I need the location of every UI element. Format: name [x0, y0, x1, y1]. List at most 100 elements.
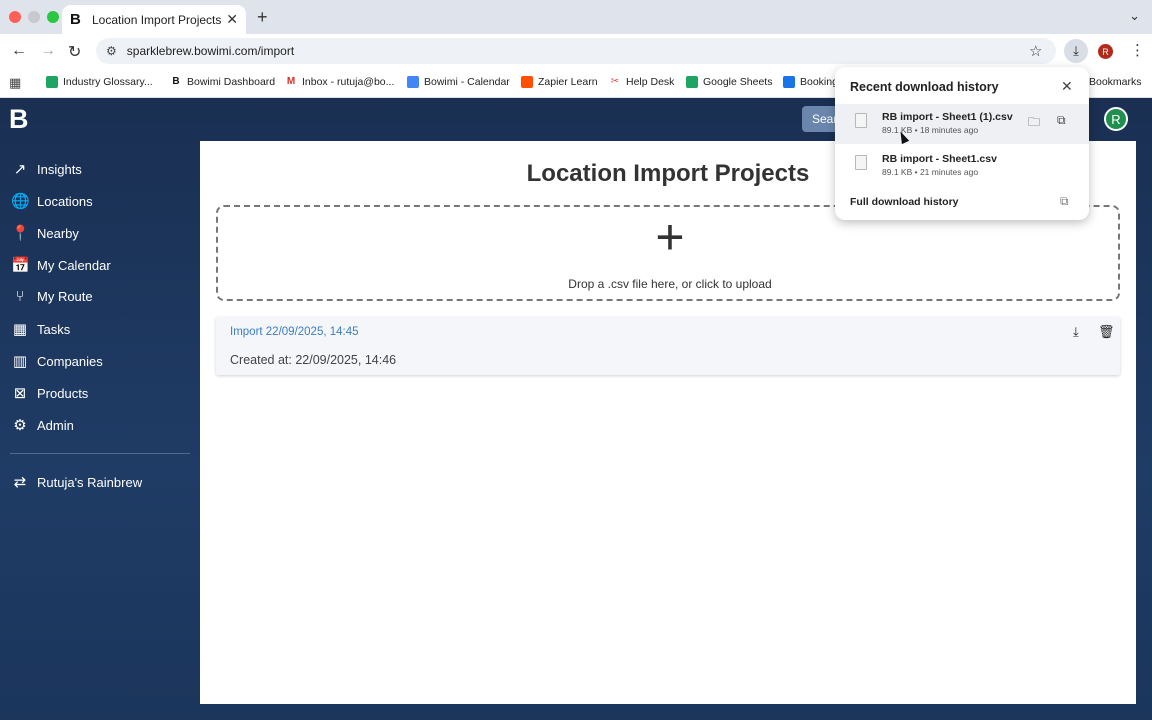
sidebar-item-companies[interactable]: ▥ Companies — [11, 352, 103, 370]
download-item[interactable]: RB import - Sheet1 (1).csv 89.1 KB • 18 … — [835, 104, 1089, 144]
profile-avatar[interactable]: R — [1098, 44, 1113, 59]
sidebar-item-insights[interactable]: ↗ Insights — [11, 160, 82, 178]
sidebar-item-tasks[interactable]: ▦ Tasks — [11, 320, 70, 338]
downloads-icon[interactable]: ⤓ — [1064, 39, 1088, 63]
back-icon[interactable]: ← — [11, 42, 27, 60]
helpdesk-icon: ✂ — [610, 76, 620, 87]
sidebar-item-label: My Calendar — [37, 257, 111, 273]
bookmark-item[interactable]: B Bowimi Dashboard — [170, 76, 275, 88]
minimize-window-button[interactable] — [28, 11, 40, 23]
site-info-icon[interactable]: ⚙ — [106, 44, 117, 58]
sidebar-item-label: Nearby — [37, 225, 79, 241]
url-text: sparklebrew.bowimi.com/import — [126, 44, 295, 58]
app-logo[interactable]: B — [9, 104, 29, 135]
import-link[interactable]: Import 22/09/2025, 14:45 — [230, 326, 359, 338]
sidebar-item-label: Companies — [37, 353, 103, 369]
bookmark-item[interactable]: Google Sheets — [686, 76, 772, 88]
sidebar-item-label: Admin — [37, 417, 74, 433]
browser-tab-bar: B Location Import Projects - Bo ✕ + ⌄ — [0, 0, 1152, 34]
sidebar-item-my-calendar[interactable]: 📅 My Calendar — [11, 256, 111, 274]
bookmark-label: Industry Glossary... — [63, 76, 153, 88]
main-panel: Location Import Projects + Drop a .csv f… — [200, 141, 1136, 704]
gmail-icon: M — [286, 76, 296, 87]
sidebar-item-label: Tasks — [37, 321, 71, 337]
download-item[interactable]: RB import - Sheet1.csv 89.1 KB • 21 minu… — [835, 146, 1089, 186]
new-tab-icon[interactable]: + — [257, 7, 268, 28]
trending-up-icon: ↗ — [13, 161, 27, 178]
bookmark-item[interactable]: ✂ Help Desk — [609, 76, 675, 88]
booking-icon — [783, 76, 795, 88]
sidebar-item-label: Products — [37, 385, 89, 401]
route-icon: ⑂ — [15, 288, 25, 305]
map-pin-icon: 📍 — [11, 225, 30, 242]
bowimi-icon: B — [172, 76, 180, 87]
download-history-popup: Recent download history ✕ RB import - Sh… — [835, 67, 1089, 220]
file-icon — [855, 155, 867, 170]
download-filename: RB import - Sheet1.csv — [882, 153, 997, 165]
bookmark-icon: ⊠ — [13, 385, 27, 402]
bookmark-item[interactable]: Bowimi - Calendar — [407, 76, 510, 88]
calendar-icon: 📅 — [11, 257, 30, 274]
tab-favicon: B — [70, 11, 81, 28]
tab-search-icon[interactable]: ⌄ — [1129, 8, 1140, 24]
popup-title: Recent download history — [850, 80, 999, 94]
import-card: Import 22/09/2025, 14:45 Created at: 22/… — [216, 317, 1120, 375]
dropzone-text: Drop a .csv file here, or click to uploa… — [568, 277, 772, 291]
bookmark-label: Bowimi Dashboard — [187, 76, 276, 88]
reload-icon[interactable]: ↻ — [68, 42, 81, 62]
tasks-icon: ▦ — [12, 321, 28, 338]
sidebar-divider — [10, 453, 190, 454]
download-icon[interactable]: ⤓ — [1073, 324, 1079, 340]
apps-grid-icon[interactable]: ▦ — [9, 75, 21, 91]
sidebar-item-admin[interactable]: ⚙ Admin — [11, 416, 74, 434]
file-icon — [855, 113, 867, 128]
open-external-icon[interactable]: ⧉ — [1060, 194, 1069, 209]
org-switcher-label: Rutuja's Rainbrew — [37, 474, 143, 490]
zapier-icon — [521, 76, 533, 88]
maximize-window-button[interactable] — [47, 11, 59, 23]
trash-icon[interactable]: 🗑 — [1098, 324, 1115, 340]
folder-icon[interactable]: 🗀 — [1028, 113, 1040, 134]
bookmark-label: Help Desk — [626, 76, 675, 88]
browser-toolbar: ← → ↻ ⚙ sparklebrew.bowimi.com/import ☆ … — [0, 34, 1152, 68]
globe-icon: 🌐 — [11, 193, 30, 210]
sidebar-item-products[interactable]: ⊠ Products — [11, 384, 89, 402]
browser-tab[interactable]: B Location Import Projects - Bo ✕ — [62, 5, 246, 34]
close-icon[interactable]: ✕ — [1061, 78, 1073, 95]
full-download-history-link[interactable]: Full download history — [850, 196, 959, 208]
bookmark-label: Google Sheets — [703, 76, 773, 88]
sidebar-item-label: My Route — [37, 289, 93, 304]
org-switcher[interactable]: ⇄ Rutuja's Rainbrew — [11, 473, 142, 491]
sidebar-item-my-route[interactable]: ⑂ My Route — [11, 288, 93, 305]
download-meta: 89.1 KB • 21 minutes ago — [882, 167, 979, 177]
bookmark-item[interactable]: Booking — [783, 76, 838, 88]
bookmark-label: Zapier Learn — [538, 76, 598, 88]
user-avatar[interactable]: R — [1104, 107, 1128, 131]
bookmark-label: Booking — [800, 76, 838, 88]
bookmark-label: Bowimi - Calendar — [424, 76, 510, 88]
sheets-icon — [686, 76, 698, 88]
address-bar[interactable]: ⚙ sparklebrew.bowimi.com/import — [96, 38, 1056, 64]
buildings-icon: ▥ — [12, 353, 28, 370]
swap-icon: ⇄ — [13, 474, 27, 491]
import-created-at: Created at: 22/09/2025, 14:46 — [230, 353, 397, 367]
bookmark-item[interactable]: Industry Glossary... — [46, 76, 153, 88]
sidebar-item-label: Locations — [37, 193, 93, 209]
sidebar-item-locations[interactable]: 🌐 Locations — [11, 192, 93, 210]
tab-close-icon[interactable]: ✕ — [226, 11, 238, 28]
bookmark-star-icon[interactable]: ☆ — [1029, 42, 1042, 60]
open-external-icon[interactable]: ⧉ — [1057, 113, 1066, 128]
sidebar-item-label: Insights — [37, 161, 82, 177]
sheets-icon — [46, 76, 58, 88]
all-bookmarks-link[interactable]: Bookmarks — [1089, 76, 1142, 88]
forward-icon[interactable]: → — [40, 42, 56, 60]
gear-icon: ⚙ — [13, 417, 27, 434]
close-window-button[interactable] — [9, 11, 21, 23]
tab-title: Location Import Projects - Bo — [92, 12, 222, 27]
calendar-icon — [407, 76, 419, 88]
bookmark-label: Inbox - rutuja@bo... — [302, 76, 395, 88]
bookmark-item[interactable]: Zapier Learn — [521, 76, 598, 88]
sidebar-item-nearby[interactable]: 📍 Nearby — [11, 224, 79, 242]
browser-menu-icon[interactable]: ⋮ — [1130, 41, 1145, 59]
bookmark-item[interactable]: M Inbox - rutuja@bo... — [285, 76, 395, 88]
